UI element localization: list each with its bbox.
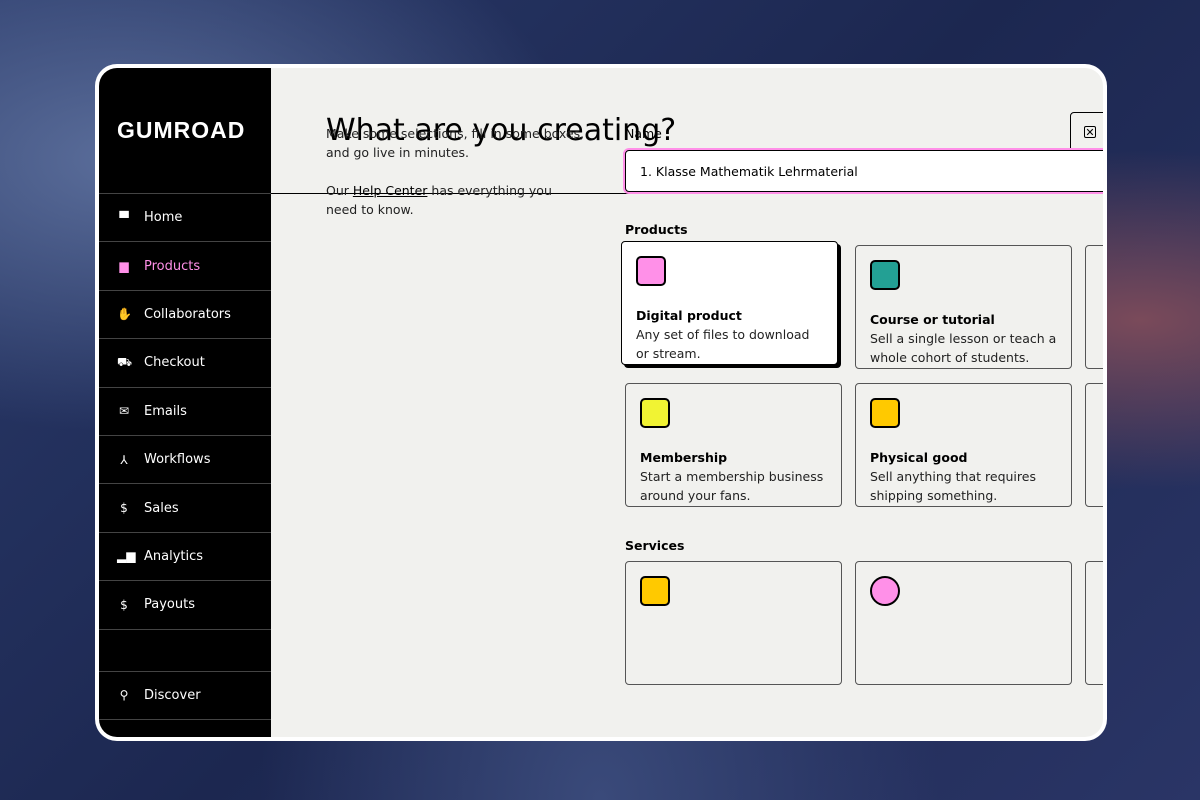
product-type-card-course[interactable]: Course or tutorial Sell a single lesson … [855,245,1072,369]
calendar-icon [640,398,670,428]
products-section-label: Products [625,222,688,237]
sidebar: GUMROAD ▀ Home ▆ Products ✋ Collaborators ⛟… [99,68,271,737]
intro-line: Make some selections, fill in some boxes… [326,126,585,160]
product-type-card-membership[interactable]: Membership Start a membership business a… [625,383,842,507]
presentation-board-icon [870,260,900,290]
name-label: Name [625,126,662,141]
card-title: Membership [640,450,728,465]
cart-icon: ⛟ [117,354,133,369]
close-icon: ✕ [1084,125,1096,139]
gumroad-logo[interactable]: GUMROAD [99,68,271,194]
sidebar-spacer [99,630,271,672]
envelope-icon: ✉ [118,404,130,419]
service-type-card-partial[interactable] [1085,561,1103,685]
bar-chart-icon: ▂▆ [117,549,136,564]
dollar-icon: $ [120,597,128,612]
card-description: Any set of files to download or stream. [636,327,810,361]
workflow-icon: ⅄ [120,452,128,467]
close-button[interactable]: ✕ [1070,112,1103,152]
sidebar-item-sales[interactable]: $ Sales [99,484,271,533]
app-window-frame: GUMROAD ▀ Home ▆ Products ✋ Collaborators ⛟… [95,64,1107,741]
product-type-card-digital[interactable]: Digital product Any set of files to down… [621,241,838,365]
sidebar-item-workflows[interactable]: ⅄ Workflows [99,436,271,485]
card-title: Digital product [636,308,742,323]
help-center-link[interactable]: Help Center [353,183,428,198]
card-description: Sell anything that requires shipping som… [870,469,1036,503]
card-description: Sell a single lesson or teach a whole co… [870,331,1057,365]
handshake-icon: ✋ [117,307,132,322]
writing-hand-icon [640,576,670,606]
search-icon: ⚲ [119,688,129,703]
sidebar-item-checkout[interactable]: ⛟ Checkout [99,339,271,388]
intro-text-pre: Our [326,183,353,198]
lips-icon [870,576,900,606]
service-type-card[interactable] [855,561,1072,685]
services-section-label: Services [625,538,685,553]
product-type-card-partial[interactable] [1085,383,1103,507]
box-icon [870,398,900,428]
sidebar-item-home[interactable]: ▀ Home [99,194,271,243]
store-icon: ▀ [119,210,129,225]
dollar-icon: $ [120,501,128,516]
intro-text: Make some selections, fill in some boxes… [326,124,586,238]
card-title: Physical good [870,450,968,465]
sidebar-item-discover[interactable]: ⚲ Discover [99,672,271,720]
sidebar-item-payouts[interactable]: $ Payouts [99,581,271,630]
archive-icon: ▆ [119,259,129,274]
product-type-card-partial[interactable] [1085,245,1103,369]
card-title: Course or tutorial [870,312,995,327]
sidebar-item-emails[interactable]: ✉ Emails [99,388,271,436]
card-description: Start a membership business around your … [640,469,824,503]
name-input[interactable] [625,150,1103,192]
sidebar-item-collaborators[interactable]: ✋ Collaborators [99,291,271,340]
product-type-card-physical[interactable]: Physical good Sell anything that require… [855,383,1072,507]
sidebar-item-products[interactable]: ▆ Products [99,242,271,291]
folder-cursor-icon [636,256,666,286]
service-type-card[interactable] [625,561,842,685]
sidebar-item-analytics[interactable]: ▂▆ Analytics [99,533,271,582]
